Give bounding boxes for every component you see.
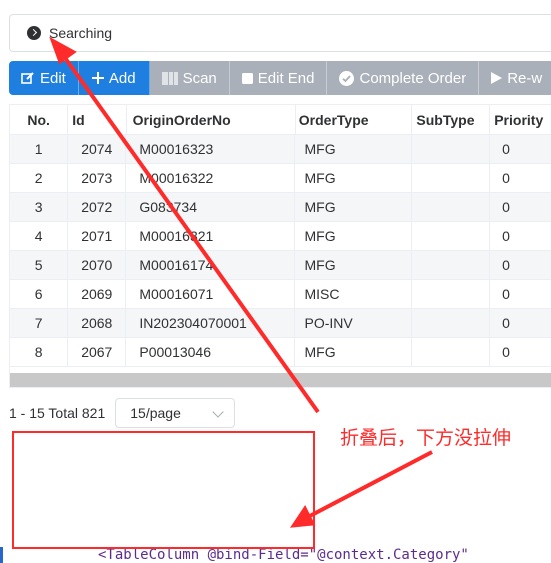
- cell-priority: 0: [502, 286, 510, 302]
- column-header-id[interactable]: Id: [68, 105, 127, 134]
- barcode-icon: [161, 71, 178, 85]
- orders-table: No. Id OriginOrderNo OrderType SubType P…: [9, 104, 551, 388]
- column-header-origin-order-no[interactable]: OriginOrderNo: [127, 105, 296, 134]
- complete-order-button[interactable]: Complete Order: [327, 61, 480, 95]
- cell-sub-type: [412, 222, 491, 250]
- column-header-priority[interactable]: Priority: [490, 105, 551, 134]
- cell-origin-order-no: M00016323: [126, 135, 296, 163]
- search-collapse-bar[interactable]: Searching: [9, 14, 551, 52]
- edit-end-button[interactable]: Edit End: [229, 61, 328, 95]
- scan-button[interactable]: Scan: [149, 61, 230, 95]
- cell-sub-type: [412, 135, 491, 163]
- column-header-sub-type[interactable]: SubType: [412, 105, 491, 134]
- plus-icon: [91, 72, 104, 84]
- edit-icon: [21, 71, 35, 85]
- table-row[interactable]: 8 2067 P00013046 MFG 0: [10, 338, 551, 367]
- cell-order-type: MFG: [295, 338, 413, 366]
- cell-no: 2: [10, 164, 69, 192]
- edit-end-label: Edit End: [257, 69, 315, 87]
- cell-order-type: MFG: [295, 135, 413, 163]
- cell-id: 2070: [68, 251, 127, 279]
- cell-origin-order-no: M00016322: [126, 164, 296, 192]
- search-label: Searching: [49, 25, 113, 41]
- annotation-note: 折叠后，下方没拉伸: [340, 427, 512, 449]
- rework-label: Re-w: [507, 69, 543, 87]
- stop-icon: [241, 72, 253, 84]
- cell-id: 2069: [68, 280, 127, 308]
- cell-id: 2068: [68, 309, 127, 337]
- cell-no: 8: [10, 338, 69, 366]
- table-row[interactable]: 6 2069 M00016071 MISC 0: [10, 280, 551, 309]
- rework-button[interactable]: Re-w: [479, 61, 551, 95]
- cell-order-type: MFG: [295, 193, 413, 221]
- add-button[interactable]: Add: [78, 61, 150, 95]
- cell-sub-type: [412, 164, 491, 192]
- cell-no: 3: [10, 193, 69, 221]
- cell-order-type: MFG: [295, 222, 413, 250]
- check-circle-icon: [339, 70, 355, 86]
- cell-id: 2071: [68, 222, 127, 250]
- cell-id: 2074: [68, 135, 127, 163]
- table-row[interactable]: 3 2072 G083734 MFG 0: [10, 193, 551, 222]
- cell-sub-type: [412, 193, 491, 221]
- cell-priority: 0: [502, 141, 510, 157]
- table-row[interactable]: 7 2068 IN202304070001 PO-INV 0: [10, 309, 551, 338]
- table-row[interactable]: 4 2071 M00016321 MFG 0: [10, 222, 551, 251]
- edit-label: Edit: [40, 69, 66, 87]
- editor-gutter-marker: [0, 547, 3, 563]
- cell-origin-order-no: M00016174: [126, 251, 296, 279]
- cell-no: 1: [10, 135, 69, 163]
- cell-no: 4: [10, 222, 69, 250]
- cell-origin-order-no: P00013046: [126, 338, 296, 366]
- cell-origin-order-no: M00016071: [126, 280, 296, 308]
- cell-id: 2067: [68, 338, 127, 366]
- cell-origin-order-no: IN202304070001: [126, 309, 296, 337]
- cell-no: 7: [10, 309, 69, 337]
- column-header-no[interactable]: No.: [10, 105, 69, 134]
- cell-no: 6: [10, 280, 69, 308]
- cell-id: 2072: [68, 193, 127, 221]
- complete-order-label: Complete Order: [359, 69, 467, 87]
- table-row[interactable]: 5 2070 M00016174 MFG 0: [10, 251, 551, 280]
- chevron-down-icon: [212, 406, 224, 418]
- toolbar: Edit Add Scan Edit End Complete Order Re…: [9, 61, 551, 95]
- edit-button[interactable]: Edit: [9, 61, 79, 95]
- horizontal-scrollbar[interactable]: [10, 373, 551, 387]
- cell-sub-type: [412, 251, 491, 279]
- cell-order-type: PO-INV: [295, 309, 413, 337]
- cell-priority: 0: [502, 257, 510, 273]
- cell-sub-type: [412, 338, 491, 366]
- cell-priority: 0: [502, 170, 510, 186]
- add-label: Add: [108, 69, 136, 87]
- cell-priority: 0: [502, 228, 510, 244]
- cell-order-type: MISC: [295, 280, 413, 308]
- cell-sub-type: [412, 309, 491, 337]
- pagination: 1 - 15 Total 821 15/page: [9, 398, 236, 428]
- cell-origin-order-no: M00016321: [126, 222, 296, 250]
- cell-no: 5: [10, 251, 69, 279]
- cell-sub-type: [412, 280, 491, 308]
- column-header-order-type[interactable]: OrderType: [296, 105, 413, 134]
- page-size-value: 15/page: [130, 405, 181, 421]
- page-size-select[interactable]: 15/page: [115, 398, 236, 428]
- cell-priority: 0: [502, 315, 510, 331]
- annotation-highlight-box: [12, 431, 315, 549]
- cell-origin-order-no: G083734: [126, 193, 296, 221]
- scan-label: Scan: [182, 69, 217, 87]
- pagination-total: 1 - 15 Total 821: [9, 405, 106, 421]
- cell-order-type: MFG: [295, 164, 413, 192]
- chevron-right-circle-icon[interactable]: [27, 26, 41, 40]
- table-header-row: No. Id OriginOrderNo OrderType SubType P…: [10, 105, 551, 135]
- play-icon: [491, 72, 503, 84]
- cell-priority: 0: [502, 199, 510, 215]
- cell-id: 2073: [68, 164, 127, 192]
- cell-priority: 0: [502, 344, 510, 360]
- table-row[interactable]: 1 2074 M00016323 MFG 0: [10, 135, 551, 164]
- cell-order-type: MFG: [295, 251, 413, 279]
- table-row[interactable]: 2 2073 M00016322 MFG 0: [10, 164, 551, 193]
- code-editor-line: <TableColumn @bind-Field="@context.Categ…: [0, 547, 551, 563]
